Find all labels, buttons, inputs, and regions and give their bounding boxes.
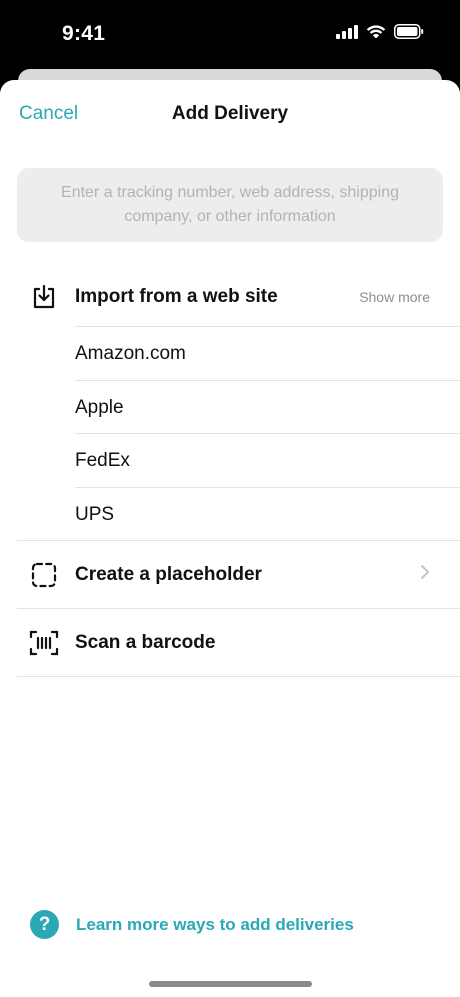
site-item-apple[interactable]: Apple [0, 381, 460, 434]
scan-barcode-label: Scan a barcode [75, 631, 216, 653]
site-label: Apple [75, 396, 124, 418]
learn-more-label: Learn more ways to add deliveries [76, 914, 354, 934]
site-item-fedex[interactable]: FedEx [0, 434, 460, 487]
home-indicator[interactable] [149, 981, 312, 987]
scan-barcode-row[interactable]: Scan a barcode [0, 609, 460, 676]
status-time: 9:41 [62, 22, 106, 45]
navigation-bar: Cancel Add Delivery [0, 80, 460, 148]
create-placeholder-label: Create a placeholder [75, 563, 262, 585]
show-more-button[interactable]: Show more [359, 289, 430, 305]
cellular-signal-icon [336, 24, 358, 39]
learn-more-link[interactable]: ? Learn more ways to add deliveries [30, 910, 354, 939]
tracking-input[interactable]: Enter a tracking number, web address, sh… [17, 168, 443, 242]
wifi-icon [366, 24, 386, 39]
site-item-ups[interactable]: UPS [0, 488, 460, 541]
tracking-input-placeholder: Enter a tracking number, web address, sh… [61, 184, 399, 225]
chevron-right-icon [420, 563, 430, 586]
create-placeholder-row[interactable]: Create a placeholder [0, 541, 460, 608]
page-title: Add Delivery [171, 103, 289, 124]
site-item-amazon[interactable]: Amazon.com [0, 327, 460, 380]
site-label: UPS [75, 503, 115, 525]
question-circle-icon: ? [30, 910, 59, 939]
status-icons [336, 24, 424, 39]
download-tray-icon [28, 281, 60, 313]
import-from-web-site-row: Import from a web site Show more [0, 267, 460, 327]
dashed-square-icon [28, 559, 60, 591]
divider [17, 676, 460, 677]
site-label: Amazon.com [75, 342, 186, 364]
battery-icon [394, 24, 424, 39]
status-bar: 9:41 [0, 0, 460, 70]
import-section-title: Import from a web site [75, 286, 278, 307]
site-label: FedEx [75, 449, 130, 471]
add-delivery-sheet: Cancel Add Delivery Enter a tracking num… [0, 80, 460, 997]
barcode-scan-icon [28, 627, 60, 659]
